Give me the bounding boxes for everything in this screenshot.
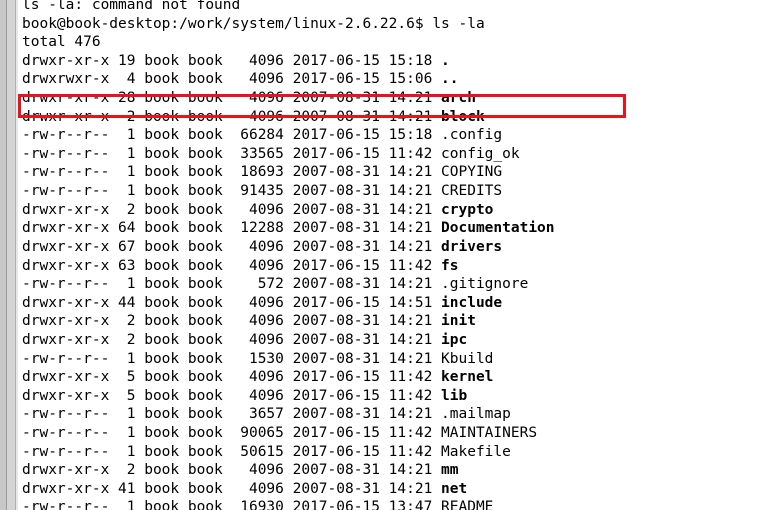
- listing-row: -rw-r--r-- 1 book book 33565 2017-06-15 …: [22, 145, 766, 164]
- listing-row-metadata: drwxr-xr-x 2 book book 4096 2007-08-31 1…: [22, 313, 442, 330]
- listing-row-metadata: drwxr-xr-x 64 book book 12288 2007-08-31…: [22, 220, 442, 237]
- listing-row-metadata: -rw-r--r-- 1 book book 1530 2007-08-31 1…: [22, 350, 442, 367]
- file-name: .mailmap: [441, 406, 511, 423]
- listing-row-metadata: drwxr-xr-x 2 book book 4096 2007-08-31 1…: [22, 331, 442, 348]
- file-name: README: [441, 499, 494, 510]
- listing-row: drwxr-xr-x 2 book book 4096 2007-08-31 1…: [22, 312, 766, 331]
- listing-row: drwxr-xr-x 67 book book 4096 2007-08-31 …: [22, 238, 766, 257]
- terminal-screen[interactable]: ls -la: command not found book@book-deskt…: [18, 0, 769, 510]
- listing-row: drwxr-xr-x 28 book book 4096 2007-08-31 …: [22, 89, 766, 108]
- listing-row-metadata: -rw-r--r-- 1 book book 90065 2017-06-15 …: [22, 425, 442, 442]
- directory-name: include: [441, 294, 503, 311]
- listing-row-metadata: -rw-r--r-- 1 book book 66284 2017-06-15 …: [22, 127, 442, 144]
- listing-row-metadata: drwxr-xr-x 19 book book 4096 2017-06-15 …: [22, 52, 442, 69]
- directory-name: Documentation: [441, 220, 555, 237]
- terminal-output: ls -la: command not found book@book-deskt…: [22, 0, 766, 510]
- directory-name: crypto: [441, 201, 494, 218]
- listing-row: drwxr-xr-x 41 book book 4096 2007-08-31 …: [22, 480, 766, 499]
- listing-row: -rw-r--r-- 1 book book 572 2007-08-31 14…: [22, 275, 766, 294]
- listing-row-metadata: -rw-r--r-- 1 book book 3657 2007-08-31 1…: [22, 406, 442, 423]
- listing-row-metadata: drwxr-xr-x 67 book book 4096 2007-08-31 …: [22, 238, 442, 255]
- listing-row: -rw-r--r-- 1 book book 91435 2007-08-31 …: [22, 182, 766, 201]
- listing-row-metadata: -rw-r--r-- 1 book book 33565 2017-06-15 …: [22, 145, 442, 162]
- listing-row-metadata: drwxr-xr-x 28 book book 4096 2007-08-31 …: [22, 90, 442, 107]
- listing-row: -rw-r--r-- 1 book book 90065 2017-06-15 …: [22, 424, 766, 443]
- file-name: CREDITS: [441, 183, 503, 200]
- listing-row-metadata: -rw-r--r-- 1 book book 572 2007-08-31 14…: [22, 276, 442, 293]
- listing-row: drwxr-xr-x 2 book book 4096 2007-08-31 1…: [22, 461, 766, 480]
- listing-row: drwxr-xr-x 5 book book 4096 2017-06-15 1…: [22, 368, 766, 387]
- listing-row: -rw-r--r-- 1 book book 50615 2017-06-15 …: [22, 443, 766, 462]
- listing-row-metadata: -rw-r--r-- 1 book book 16930 2017-06-15 …: [22, 499, 442, 510]
- directory-name: mm: [441, 462, 459, 479]
- directory-name: drivers: [441, 238, 503, 255]
- listing-row-metadata: drwxr-xr-x 41 book book 4096 2007-08-31 …: [22, 480, 442, 497]
- scrollbar-track[interactable]: [6, 0, 22, 510]
- shell-prompt: book@book-desktop:/work/system/linux-2.6…: [22, 15, 433, 32]
- listing-row: drwxr-xr-x 44 book book 4096 2017-06-15 …: [22, 294, 766, 313]
- directory-name: arch: [441, 90, 476, 107]
- terminal-line-command: book@book-desktop:/work/system/linux-2.6…: [22, 15, 766, 34]
- listing-row-metadata: drwxr-xr-x 2 book book 4096 2007-08-31 1…: [22, 462, 442, 479]
- listing-row: drwxrwxr-x 4 book book 4096 2017-06-15 1…: [22, 70, 766, 89]
- directory-name: ipc: [441, 331, 468, 348]
- terminal-line-error: ls -la: command not found: [22, 0, 241, 13]
- listing-row-metadata: drwxr-xr-x 5 book book 4096 2017-06-15 1…: [22, 387, 442, 404]
- typed-command: ls -la: [432, 15, 485, 32]
- listing-row: -rw-r--r-- 1 book book 1530 2007-08-31 1…: [22, 350, 766, 369]
- listing-row-metadata: drwxr-xr-x 5 book book 4096 2017-06-15 1…: [22, 369, 442, 386]
- directory-name: init: [441, 313, 476, 330]
- file-name: COPYING: [441, 164, 503, 181]
- file-name: Kbuild: [441, 350, 494, 367]
- listing-row-metadata: drwxr-xr-x 44 book book 4096 2017-06-15 …: [22, 294, 442, 311]
- listing-row: drwxr-xr-x 63 book book 4096 2017-06-15 …: [22, 257, 766, 276]
- listing-row: drwxr-xr-x 19 book book 4096 2017-06-15 …: [22, 52, 766, 71]
- listing-row-metadata: drwxrwxr-x 4 book book 4096 2017-06-15 1…: [22, 71, 442, 88]
- file-name: Makefile: [441, 443, 511, 460]
- listing-row: -rw-r--r-- 1 book book 3657 2007-08-31 1…: [22, 405, 766, 424]
- listing-row: drwxr-xr-x 64 book book 12288 2007-08-31…: [22, 219, 766, 238]
- listing-row: drwxr-xr-x 2 book book 4096 2007-08-31 1…: [22, 201, 766, 220]
- listing-row: drwxr-xr-x 5 book book 4096 2017-06-15 1…: [22, 387, 766, 406]
- directory-name: .: [441, 52, 450, 69]
- terminal-window[interactable]: ls -la: command not found book@book-deskt…: [0, 0, 769, 510]
- directory-name: fs: [441, 257, 459, 274]
- listing-row-metadata: drwxr-xr-x 63 book book 4096 2017-06-15 …: [22, 257, 442, 274]
- file-name: config_ok: [441, 145, 520, 162]
- directory-name: ..: [441, 71, 459, 88]
- terminal-line-total: total 476: [22, 34, 101, 51]
- listing-row: -rw-r--r-- 1 book book 16930 2017-06-15 …: [22, 498, 766, 510]
- listing-row-metadata: drwxr-xr-x 2 book book 4096 2007-08-31 1…: [22, 201, 442, 218]
- listing-row-metadata: -rw-r--r-- 1 book book 91435 2007-08-31 …: [22, 183, 442, 200]
- file-name: .gitignore: [441, 276, 529, 293]
- listing-row-metadata: drwxr-xr-x 2 book book 4096 2007-08-31 1…: [22, 108, 442, 125]
- file-name: MAINTAINERS: [441, 425, 538, 442]
- directory-name: net: [441, 480, 468, 497]
- listing-row: drwxr-xr-x 2 book book 4096 2007-08-31 1…: [22, 108, 766, 127]
- listing-row: -rw-r--r-- 1 book book 66284 2017-06-15 …: [22, 126, 766, 145]
- listing-row-metadata: -rw-r--r-- 1 book book 50615 2017-06-15 …: [22, 443, 442, 460]
- file-name: .config: [441, 127, 503, 144]
- listing-row: -rw-r--r-- 1 book book 18693 2007-08-31 …: [22, 163, 766, 182]
- listing-row: drwxr-xr-x 2 book book 4096 2007-08-31 1…: [22, 331, 766, 350]
- terminal-left-gutter: [0, 0, 22, 510]
- directory-name: lib: [441, 387, 468, 404]
- directory-name: kernel: [441, 369, 494, 386]
- directory-name: block: [441, 108, 485, 125]
- listing-row-metadata: -rw-r--r-- 1 book book 18693 2007-08-31 …: [22, 164, 442, 181]
